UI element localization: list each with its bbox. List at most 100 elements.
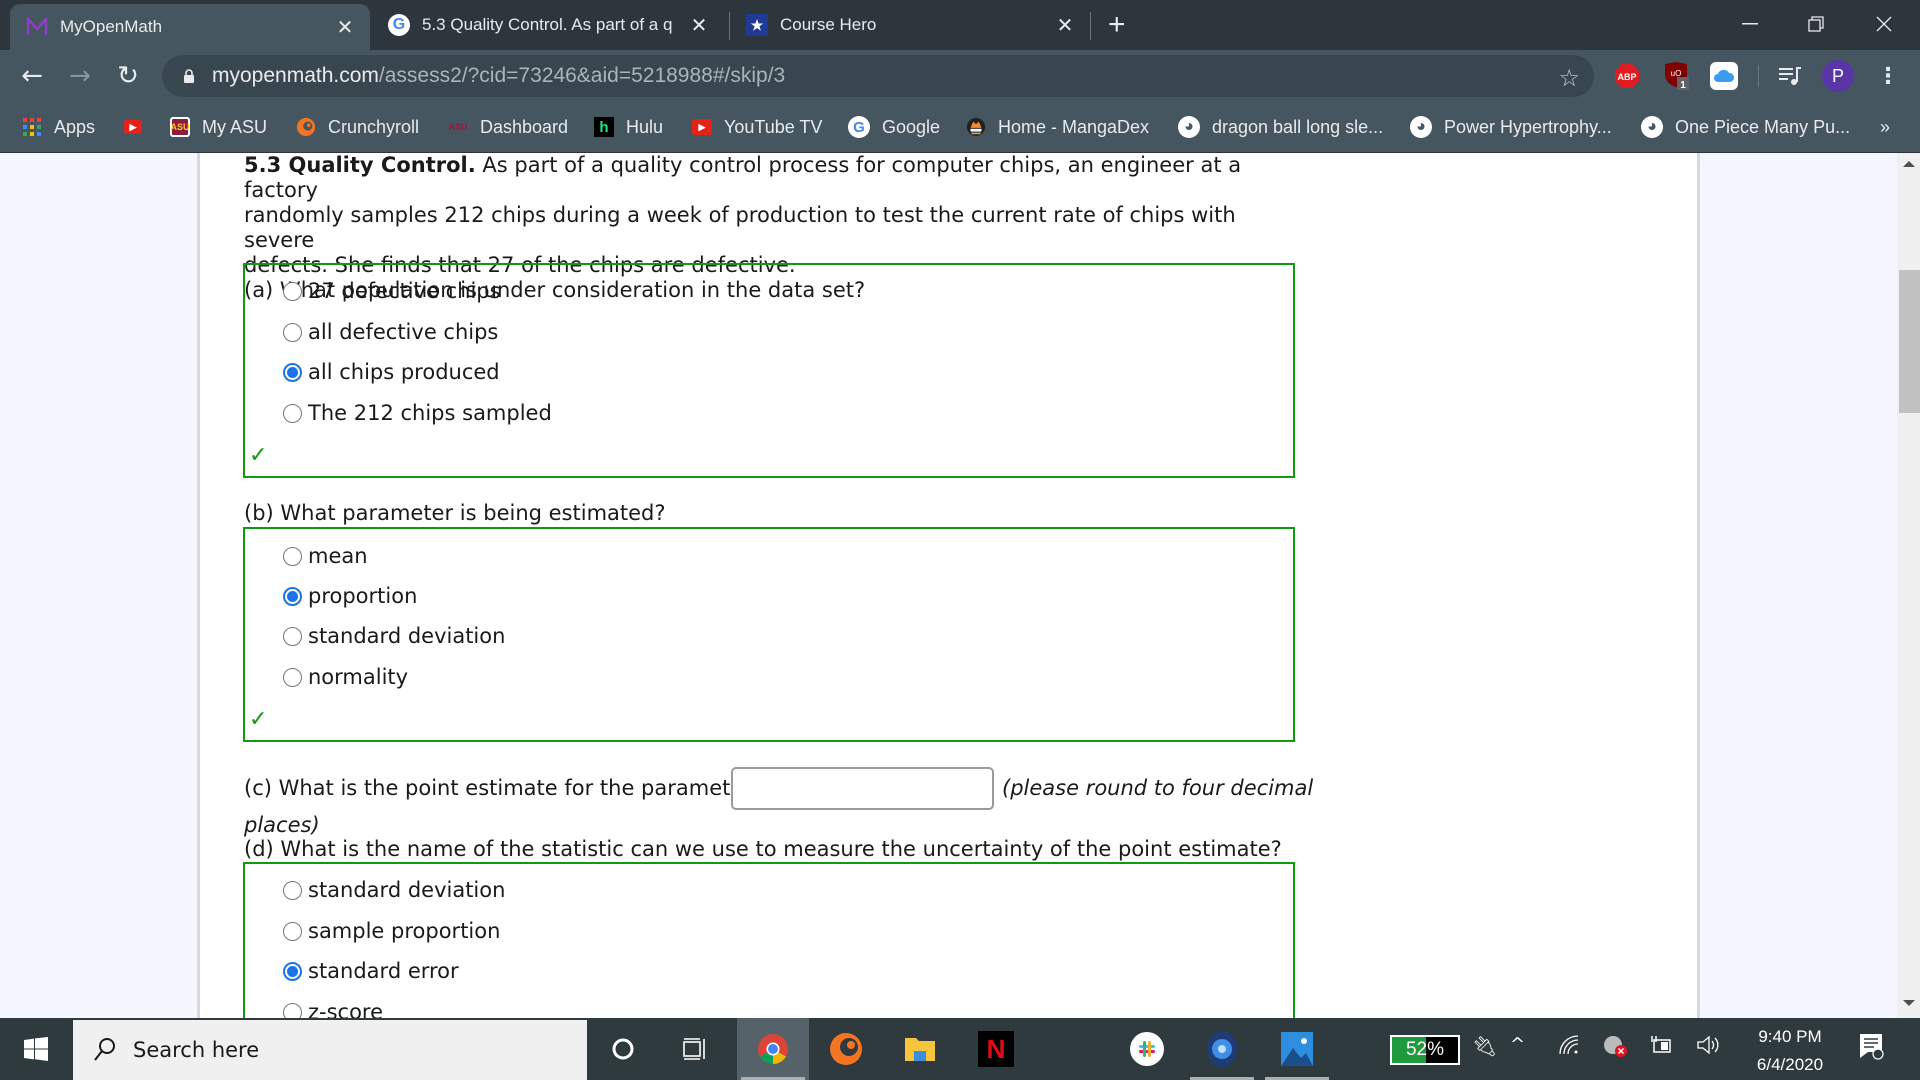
part-d-option[interactable]: sample proportion <box>283 919 500 943</box>
bookmark-label: Apps <box>54 116 96 137</box>
bookmark-my-asu[interactable]: ASU My ASU <box>170 114 267 140</box>
close-tab-icon[interactable]: ✕ <box>332 15 358 40</box>
radio-button[interactable] <box>283 1002 302 1018</box>
chrome-icon <box>758 1034 788 1065</box>
radio-button[interactable] <box>283 880 302 900</box>
part-d-option[interactable]: standard deviation <box>283 878 505 902</box>
svg-text:1: 1 <box>1680 80 1686 91</box>
radio-button[interactable] <box>283 546 302 566</box>
bookmark-crunchyroll[interactable]: Crunchyroll <box>296 114 419 140</box>
close-window-button[interactable] <box>1854 6 1914 42</box>
part-a-option-selected[interactable]: all chips produced <box>283 360 500 384</box>
bookmark-hulu[interactable]: h Hulu <box>594 114 663 140</box>
scrollbar-thumb[interactable] <box>1899 270 1920 413</box>
radio-button-selected[interactable] <box>283 961 302 981</box>
forward-button[interactable]: → <box>64 60 96 92</box>
tab-course-hero[interactable]: ★ Course Hero ✕ <box>730 0 1090 50</box>
radio-button[interactable] <box>283 921 302 941</box>
task-view-button[interactable] <box>659 1018 731 1080</box>
taskbar-chrome[interactable] <box>737 1018 809 1080</box>
part-d-option[interactable]: z-score <box>283 1000 383 1018</box>
bookmarks-overflow-button[interactable]: » <box>1880 114 1890 140</box>
part-a-option[interactable]: The 212 chips sampled <box>283 401 552 425</box>
tab-quality-control-search[interactable]: G 5.3 Quality Control. As part of a q ✕ <box>372 0 724 50</box>
ublock-origin-icon[interactable]: uO 1 <box>1663 62 1691 91</box>
radio-button[interactable] <box>283 322 302 342</box>
battery-percent-label: 52% <box>1405 1039 1445 1060</box>
start-button[interactable] <box>0 1018 72 1080</box>
orb-app-icon <box>1207 1031 1237 1067</box>
taskbar-photos[interactable] <box>1261 1018 1333 1080</box>
address-bar[interactable]: myopenmath.com/assess2/?cid=73246&aid=52… <box>162 55 1594 97</box>
windows-taskbar: Search here N 52% 🔌︎ ^ 9:40 PM 6/4/2020 <box>0 1018 1920 1080</box>
bookmark-youtube[interactable]: ▶ <box>124 114 154 140</box>
bookmark-dashboard[interactable]: ASU Dashboard <box>448 114 568 140</box>
option-label: normality <box>308 665 409 689</box>
url-text[interactable]: myopenmath.com/assess2/?cid=73246&aid=52… <box>212 64 785 88</box>
svg-text:uO: uO <box>1671 69 1682 78</box>
point-estimate-input[interactable] <box>731 767 994 810</box>
radio-button-selected[interactable] <box>283 586 302 606</box>
part-b-option-selected[interactable]: proportion <box>283 584 417 608</box>
bookmark-star-icon[interactable]: ☆ <box>1558 64 1580 92</box>
system-clock[interactable]: 9:40 PM 6/4/2020 <box>1745 1024 1835 1078</box>
radio-button[interactable] <box>283 667 302 687</box>
bookmark-one-piece[interactable]: ◕ One Piece Many Pu... <box>1641 114 1850 140</box>
reload-button[interactable]: ↻ <box>112 60 144 92</box>
taskbar-app-orb[interactable] <box>1186 1018 1258 1080</box>
page-scrollbar[interactable] <box>1897 153 1920 1018</box>
browser-menu-icon[interactable]: ⋮ <box>1874 62 1902 90</box>
google-icon: G <box>848 116 870 138</box>
battery-indicator[interactable]: 52% <box>1390 1035 1460 1065</box>
part-d-option-selected[interactable]: standard error <box>283 959 459 983</box>
back-button[interactable]: ← <box>16 60 48 92</box>
scroll-down-arrow-icon[interactable] <box>1903 1000 1915 1006</box>
cortana-button[interactable] <box>587 1018 659 1080</box>
minimize-button[interactable] <box>1720 6 1780 42</box>
part-a-option[interactable]: all defective chips <box>283 320 498 344</box>
taskbar-slack[interactable] <box>1111 1018 1183 1080</box>
svg-text:ABP: ABP <box>1617 72 1636 82</box>
tab-separator <box>1090 12 1091 40</box>
taskbar-netflix[interactable]: N <box>960 1018 1032 1080</box>
browser-toolbar: ← → ↻ myopenmath.com/assess2/?cid=73246&… <box>0 50 1920 102</box>
close-tab-icon[interactable]: ✕ <box>1052 13 1078 38</box>
action-center-icon[interactable] <box>1858 1032 1884 1067</box>
bookmark-google[interactable]: G Google <box>848 114 940 140</box>
part-b-option[interactable]: mean <box>283 544 368 568</box>
part-b-option[interactable]: normality <box>283 665 408 689</box>
bookmark-label: Home - MangaDex <box>998 116 1150 137</box>
part-c-hint: (please round to four decimal <box>1002 776 1314 800</box>
part-b-option[interactable]: standard deviation <box>283 624 505 648</box>
onedrive-error-icon[interactable] <box>1602 1034 1630 1063</box>
new-tab-button[interactable]: + <box>1108 8 1126 42</box>
bookmark-mangadex[interactable]: Home - MangaDex <box>966 114 1149 140</box>
taskbar-file-explorer[interactable] <box>884 1018 956 1080</box>
media-playlist-icon[interactable] <box>1776 62 1804 90</box>
taskbar-crunchyroll[interactable] <box>810 1018 882 1080</box>
bookmark-dragon-ball[interactable]: ◕ dragon ball long sle... <box>1178 114 1383 140</box>
bookmark-power-hypertrophy[interactable]: ◕ Power Hypertrophy... <box>1410 114 1612 140</box>
tab-myopenmath[interactable]: MyOpenMath ✕ <box>10 4 370 50</box>
part-a-option[interactable]: 27 defective chips <box>283 279 501 303</box>
correct-check-icon: ✓ <box>249 443 268 468</box>
profile-avatar[interactable]: P <box>1822 60 1854 92</box>
volume-icon[interactable] <box>1696 1034 1722 1061</box>
icloud-icon[interactable] <box>1710 62 1738 90</box>
network-adapter-icon[interactable] <box>1648 1034 1674 1061</box>
show-hidden-icons-chevron[interactable]: ^ <box>1510 1034 1525 1055</box>
bookmarks-bar: Apps ▶ ASU My ASU Crunchyroll ASU Dashbo… <box>0 102 1920 153</box>
adblock-plus-icon[interactable]: ABP <box>1613 62 1641 90</box>
bookmark-apps[interactable]: Apps <box>22 114 95 140</box>
bookmark-youtube-tv[interactable]: ▶ YouTube TV <box>692 114 822 140</box>
wifi-icon[interactable] <box>1558 1034 1580 1061</box>
radio-button[interactable] <box>283 281 302 301</box>
radio-button[interactable] <box>283 626 302 646</box>
radio-button[interactable] <box>283 403 302 423</box>
scroll-up-arrow-icon[interactable] <box>1903 161 1915 167</box>
radio-button-selected[interactable] <box>283 362 302 382</box>
taskbar-search-box[interactable]: Search here <box>73 1020 587 1080</box>
close-tab-icon[interactable]: ✕ <box>686 13 712 38</box>
page-viewport: 5.3 Quality Control. As part of a qualit… <box>0 153 1897 1018</box>
restore-button[interactable] <box>1786 6 1846 42</box>
